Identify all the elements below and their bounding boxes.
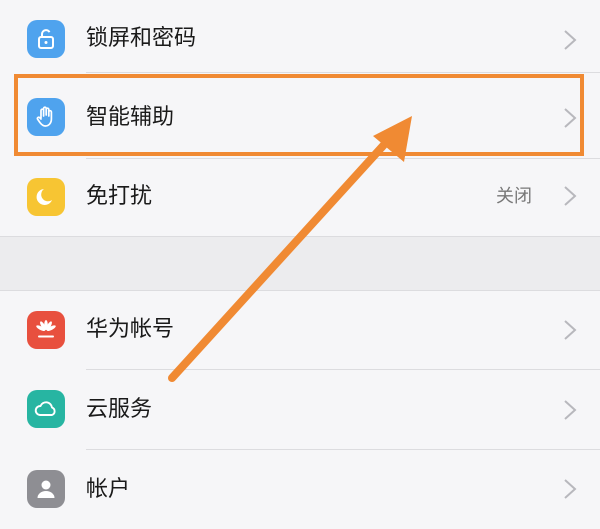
settings-item-lock-screen[interactable]: 锁屏和密码 [0, 0, 600, 79]
chevron-right-icon [564, 400, 577, 420]
chevron-right-icon [564, 108, 577, 128]
chevron-right-icon [564, 479, 577, 499]
hand-icon [27, 98, 65, 136]
settings-item-label: 锁屏和密码 [86, 26, 197, 51]
settings-item-label: 帐户 [86, 477, 131, 502]
chevron-right-icon [564, 30, 577, 50]
settings-item-label: 免打扰 [86, 184, 153, 209]
settings-item-label: 华为帐号 [86, 317, 175, 342]
huawei-logo-icon [27, 311, 65, 349]
settings-item-label: 云服务 [86, 397, 153, 422]
moon-icon [27, 178, 65, 216]
chevron-right-icon [564, 186, 577, 206]
settings-item-huawei-account[interactable]: 华为帐号 [0, 291, 600, 370]
person-icon [27, 470, 65, 508]
cloud-icon [27, 390, 65, 428]
chevron-right-icon [564, 320, 577, 340]
lock-icon [27, 20, 65, 58]
settings-item-account[interactable]: 帐户 [0, 450, 600, 529]
settings-item-label: 智能辅助 [86, 105, 175, 130]
divider [86, 72, 600, 73]
settings-item-smart-assist[interactable]: 智能辅助 [0, 80, 600, 159]
settings-item-do-not-disturb[interactable]: 免打扰 关闭 [0, 159, 600, 238]
settings-item-cloud-service[interactable]: 云服务 [0, 370, 600, 449]
section-gap [0, 237, 600, 290]
settings-item-value: 关闭 [496, 186, 532, 207]
